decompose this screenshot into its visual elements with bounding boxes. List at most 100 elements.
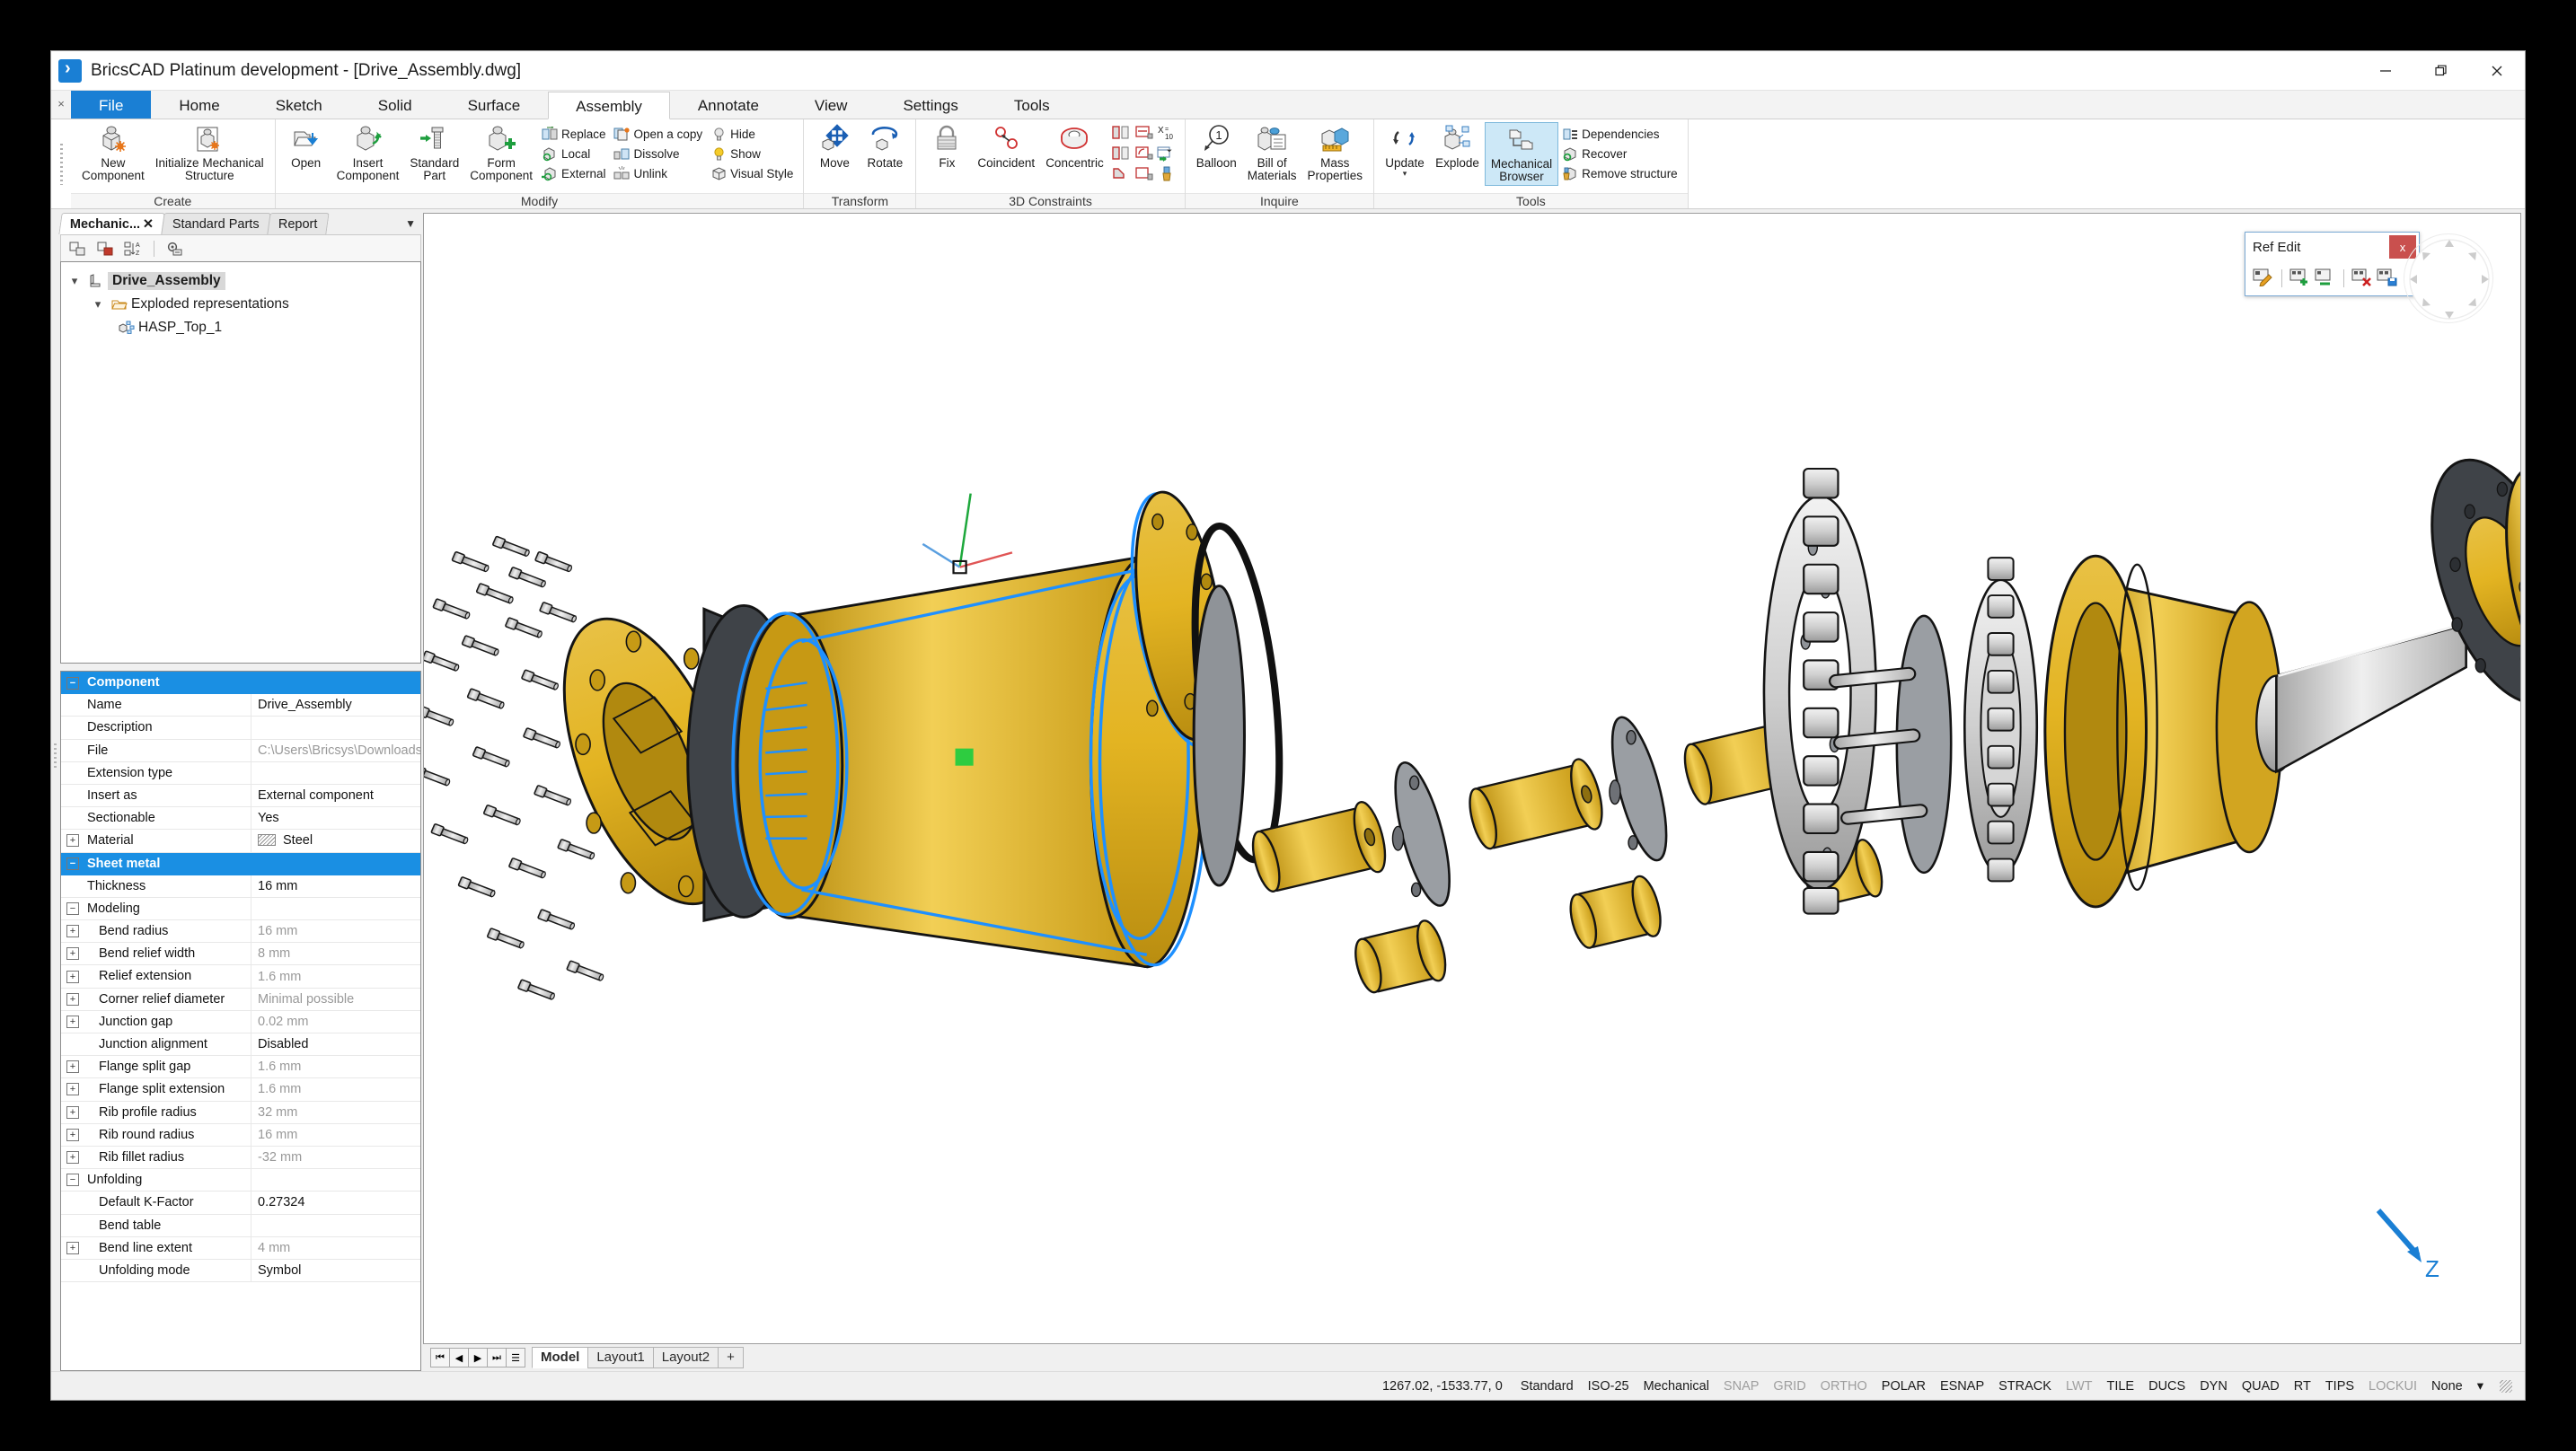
resize-grip[interactable] — [2500, 1379, 2512, 1393]
distance-constraint-icon[interactable] — [1134, 124, 1154, 145]
property-value[interactable]: Disabled — [251, 1037, 420, 1051]
status-snap[interactable]: SNAP — [1716, 1379, 1767, 1394]
look-from-compass-widget[interactable] — [2404, 233, 2493, 323]
property-row[interactable]: + Bend relief width 8 mm — [61, 943, 420, 966]
tab-close-icon[interactable]: ✕ — [143, 214, 154, 235]
collapse-icon[interactable]: − — [66, 676, 79, 690]
property-row[interactable]: + Relief extension 1.6 mm — [61, 965, 420, 989]
update-dropdown-icon[interactable]: ▾ — [1403, 170, 1407, 178]
property-row[interactable]: Description — [61, 717, 420, 740]
rigid-set-constraint-icon[interactable] — [1134, 165, 1154, 187]
chevron-down-icon[interactable]: ▾ — [65, 274, 84, 288]
bill-of-materials-button[interactable]: Bill of Materials — [1242, 122, 1302, 184]
new-mechanical-component-icon[interactable] — [66, 238, 90, 259]
property-row[interactable]: + Rib fillet radius -32 mm — [61, 1146, 420, 1170]
ref-edit-panel[interactable]: Ref Edit x — [2245, 232, 2420, 296]
ribbon-tab-annotate[interactable]: Annotate — [670, 91, 787, 119]
property-value[interactable]: 1.6 mm — [251, 1082, 420, 1096]
first-layout-button[interactable]: ⏮ — [430, 1348, 450, 1367]
maximize-restore-button[interactable] — [2413, 51, 2469, 90]
discard-changes-icon[interactable] — [2351, 267, 2373, 291]
open-a-copy-button[interactable]: Open a copy — [611, 124, 708, 144]
ribbon-drag-handle[interactable] — [51, 119, 71, 208]
property-value[interactable]: External component — [251, 788, 420, 803]
property-row[interactable]: File C:\Users\Bricsys\Downloads — [61, 739, 420, 762]
ribbon-tab-assembly[interactable]: Assembly — [548, 92, 670, 119]
property-value[interactable]: Symbol — [251, 1263, 420, 1278]
property-group-header[interactable]: − Component — [61, 672, 420, 695]
remove-from-working-set-icon[interactable] — [2315, 267, 2336, 291]
concentric-button[interactable]: Concentric — [1040, 122, 1109, 171]
tree-node-hasp-top-1[interactable]: HASP_Top_1 — [65, 316, 417, 339]
property-row[interactable]: + Flange split extension 1.6 mm — [61, 1078, 420, 1102]
status-esnap[interactable]: ESNAP — [1933, 1379, 1991, 1394]
property-value[interactable]: 16 mm — [251, 1128, 420, 1142]
ribbon-tab-home[interactable]: Home — [151, 91, 247, 119]
unlink-button[interactable]: Unlink — [611, 163, 708, 183]
property-row[interactable]: + Junction gap 0.02 mm — [61, 1010, 420, 1033]
property-value[interactable]: 8 mm — [251, 946, 420, 961]
property-row[interactable]: + Material Steel — [61, 830, 420, 853]
close-button[interactable] — [2469, 51, 2525, 90]
tab-mechanical-browser[interactable]: Mechanic... ✕ — [58, 213, 166, 235]
status-grid[interactable]: GRID — [1766, 1379, 1813, 1394]
delete-constraint-brush-icon[interactable] — [1158, 165, 1178, 187]
tree-node-drive-assembly[interactable]: ▾ Drive_Assembly — [65, 269, 417, 293]
property-row[interactable]: + Rib round radius 16 mm — [61, 1123, 420, 1147]
property-value[interactable]: C:\Users\Bricsys\Downloads — [251, 743, 420, 758]
chevron-down-icon[interactable]: ▾ — [88, 297, 108, 312]
expand-icon[interactable]: + — [66, 1151, 79, 1165]
minimize-button[interactable] — [2358, 51, 2413, 90]
property-row[interactable]: + Flange split gap 1.6 mm — [61, 1056, 420, 1079]
rotate-button[interactable]: Rotate — [860, 122, 910, 171]
grip-marker[interactable] — [955, 748, 974, 766]
property-row[interactable]: Name Drive_Assembly — [61, 694, 420, 717]
open-button[interactable]: Open — [281, 122, 331, 171]
delete-mechanical-component-icon[interactable] — [94, 238, 118, 259]
constraint-table-icon[interactable] — [1156, 145, 1179, 166]
tree-node-exploded-representations[interactable]: ▾ Exploded representations — [65, 293, 417, 316]
expand-icon[interactable]: + — [66, 1060, 79, 1074]
recover-button[interactable]: Recover — [1558, 144, 1682, 163]
panel-drag-handle[interactable] — [51, 209, 60, 1371]
tab-model[interactable]: Model — [532, 1347, 589, 1368]
insert-component-button[interactable]: Insert Component — [331, 122, 405, 184]
property-value[interactable]: 1.6 mm — [251, 1060, 420, 1074]
expand-icon[interactable]: + — [66, 970, 79, 983]
local-button[interactable]: Local — [538, 144, 611, 163]
property-value[interactable]: 0.27324 — [251, 1195, 420, 1209]
ribbon-tab-view[interactable]: View — [787, 91, 876, 119]
move-button[interactable]: Move — [809, 122, 860, 171]
last-layout-button[interactable]: ⏭ — [487, 1348, 507, 1367]
expand-icon[interactable]: + — [66, 1083, 79, 1096]
angle-constraint-icon[interactable] — [1134, 145, 1154, 166]
new-component-button[interactable]: New Component — [76, 122, 150, 184]
hide-button[interactable]: Hide — [707, 124, 798, 144]
tab-report[interactable]: Report — [267, 213, 330, 234]
collapse-icon[interactable]: − — [66, 901, 79, 915]
panel-tab-overflow-chevron-down-icon[interactable]: ▼ — [405, 213, 416, 234]
mass-properties-button[interactable]: Mass Properties — [1302, 122, 1369, 184]
external-button[interactable]: External — [538, 163, 611, 183]
status-standard[interactable]: Standard — [1513, 1379, 1581, 1394]
ribbon-tab-surface[interactable]: Surface — [440, 91, 549, 119]
status-workspace-chevron-down-icon[interactable]: ▾ — [2470, 1379, 2491, 1394]
balloon-button[interactable]: 1 Balloon — [1191, 122, 1242, 171]
ribbon-collapse-icon[interactable]: × — [51, 90, 71, 119]
update-button[interactable]: Update ▾ — [1380, 122, 1430, 179]
property-row[interactable]: Default K-Factor 0.27324 — [61, 1192, 420, 1215]
mechanical-browser-button[interactable]: Mechanical Browser — [1484, 122, 1559, 186]
mechanical-browser-tree[interactable]: ▾ Drive_Assembly ▾ Exploded representati… — [60, 261, 421, 664]
ref-edit-title-bar[interactable]: Ref Edit x — [2245, 233, 2419, 261]
property-value[interactable]: Minimal possible — [251, 992, 420, 1007]
previous-layout-button[interactable]: ◀ — [449, 1348, 469, 1367]
property-row[interactable]: Bend table — [61, 1214, 420, 1237]
property-row[interactable]: − Unfolding — [61, 1169, 420, 1192]
tangent-constraint-icon[interactable] — [1111, 165, 1131, 187]
status-lwt[interactable]: LWT — [2059, 1379, 2100, 1394]
property-row[interactable]: Junction alignment Disabled — [61, 1033, 420, 1057]
status-ducs[interactable]: DUCS — [2141, 1379, 2192, 1394]
expand-icon[interactable]: + — [66, 992, 79, 1006]
status-quad[interactable]: QUAD — [2235, 1379, 2287, 1394]
property-row[interactable]: + Bend line extent 4 mm — [61, 1236, 420, 1260]
